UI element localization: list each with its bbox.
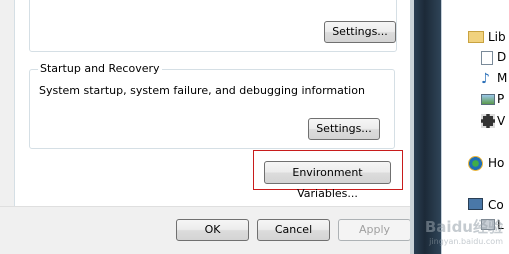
computer-icon — [468, 198, 483, 210]
cancel-button[interactable]: Cancel — [257, 219, 330, 241]
performance-settings-button[interactable]: Settings... — [324, 21, 396, 43]
system-properties-dialog: Settings... Startup and Recovery System … — [0, 0, 414, 254]
nav-item-pictures[interactable]: P — [497, 91, 504, 107]
nav-item-homegroup[interactable]: Ho — [488, 155, 504, 171]
explorer-nav-pane: Lib D ♪ M P V Ho Co L — [441, 0, 509, 254]
videos-icon — [481, 114, 495, 128]
environment-variables-button[interactable]: Environment Variables... — [264, 161, 391, 200]
nav-item-documents[interactable]: D — [497, 49, 506, 65]
nav-item-local-disk[interactable]: L — [497, 217, 504, 233]
dialog-divider — [0, 206, 414, 207]
performance-group: Settings... — [29, 0, 397, 52]
nav-item-computer[interactable]: Co — [488, 197, 504, 213]
music-icon: ♪ — [481, 71, 490, 87]
pictures-icon — [481, 94, 495, 105]
taskbar-strip — [414, 0, 441, 254]
startup-recovery-title: Startup and Recovery — [38, 62, 162, 75]
startup-recovery-group: Startup and Recovery System startup, sys… — [29, 62, 395, 149]
nav-item-libraries[interactable]: Lib — [488, 29, 506, 45]
apply-button[interactable]: Apply — [338, 219, 411, 241]
startup-recovery-description: System startup, system failure, and debu… — [39, 84, 365, 97]
nav-item-videos[interactable]: V — [497, 113, 505, 129]
ok-button[interactable]: OK — [176, 219, 249, 241]
nav-item-music[interactable]: M — [497, 70, 507, 86]
documents-icon — [481, 51, 493, 65]
homegroup-icon — [468, 156, 483, 171]
libraries-icon — [468, 31, 484, 43]
startup-recovery-settings-button[interactable]: Settings... — [308, 118, 380, 140]
local-disk-icon — [481, 219, 495, 230]
